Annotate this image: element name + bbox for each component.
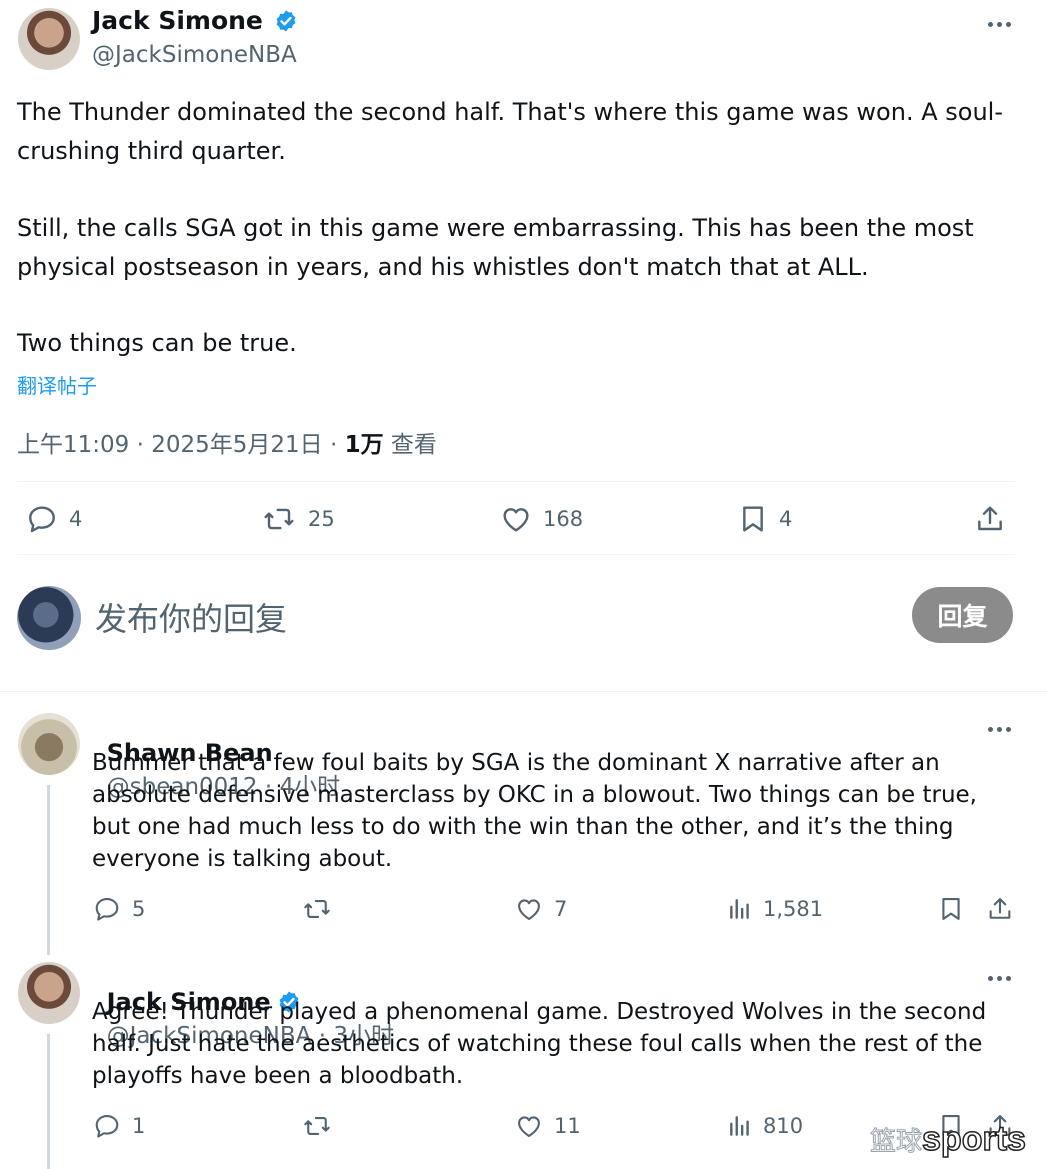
views-icon xyxy=(730,1116,749,1136)
tweet-paragraph-3: Two things can be true. xyxy=(17,329,297,357)
bookmark-button[interactable]: 4 xyxy=(737,503,792,535)
divider xyxy=(17,554,1015,555)
views-count: 810 xyxy=(763,1114,804,1138)
translate-link[interactable]: 翻译帖子 xyxy=(17,370,97,399)
watermark: 篮球sports xyxy=(869,1119,1026,1159)
views-count: 1万 xyxy=(344,432,384,458)
divider xyxy=(17,481,1015,482)
author-name-row[interactable]: Jack Simone xyxy=(92,6,298,35)
share-icon xyxy=(989,898,1011,919)
divider xyxy=(0,691,1047,692)
like-count: 7 xyxy=(554,897,568,921)
repost-count: 25 xyxy=(308,507,335,531)
reply-button[interactable]: 1 xyxy=(92,1112,145,1140)
bookmark-icon xyxy=(942,898,960,920)
my-avatar[interactable] xyxy=(17,586,81,650)
watermark-prefix: 篮球 xyxy=(869,1127,923,1158)
bookmark-icon xyxy=(743,506,763,532)
reply-input[interactable]: 发布你的回复 xyxy=(95,594,287,640)
watermark-brand: sports xyxy=(921,1119,1026,1159)
like-icon xyxy=(518,1116,540,1137)
reply-submit-button[interactable]: 回复 xyxy=(912,587,1013,643)
reply-count: 5 xyxy=(132,897,146,921)
views-count: 1,581 xyxy=(763,897,824,921)
share-icon xyxy=(978,506,1002,531)
like-icon xyxy=(503,508,529,532)
repost-icon xyxy=(304,900,330,918)
repost-button[interactable] xyxy=(301,895,343,923)
views-button[interactable]: 810 xyxy=(727,1112,803,1140)
reply-button[interactable]: 4 xyxy=(25,503,82,535)
reply-button[interactable]: 5 xyxy=(92,895,145,923)
timestamp[interactable]: 上午11:09 · 2025年5月21日 · xyxy=(17,432,345,458)
more-icon[interactable] xyxy=(988,727,1011,732)
views-icon xyxy=(730,899,749,919)
reply-count: 4 xyxy=(69,507,83,531)
tweet-paragraph-1: The Thunder dominated the second half. T… xyxy=(17,98,1003,165)
more-icon[interactable] xyxy=(988,22,1011,27)
like-count: 168 xyxy=(543,507,584,531)
reply-icon xyxy=(95,1115,119,1138)
reply-text: Agree! Thunder played a phenomenal game.… xyxy=(92,999,987,1089)
verified-icon xyxy=(276,10,296,32)
author-name[interactable]: Jack Simone xyxy=(92,6,263,35)
repost-icon xyxy=(304,1117,330,1135)
like-button[interactable]: 168 xyxy=(499,503,583,535)
bookmark-count: 4 xyxy=(779,507,793,531)
views-button[interactable]: 1,581 xyxy=(727,895,823,923)
tweet-paragraph-2: Still, the calls SGA got in this game we… xyxy=(17,214,974,281)
author-handle[interactable]: @JackSimoneNBA xyxy=(92,42,297,68)
tweet-meta: 上午11:09 · 2025年5月21日 · 1万 查看 xyxy=(17,425,437,459)
views-label: 查看 xyxy=(383,432,437,458)
thread-line xyxy=(47,1034,50,1169)
like-icon xyxy=(518,899,540,920)
reply-icon xyxy=(95,898,119,921)
repost-button[interactable] xyxy=(301,1112,343,1140)
reply-avatar[interactable] xyxy=(18,962,80,1024)
reply-avatar[interactable] xyxy=(18,713,80,775)
more-icon[interactable] xyxy=(988,976,1011,981)
reply-text: Bummer that a few foul baits by SGA is t… xyxy=(92,750,977,872)
author-avatar[interactable] xyxy=(18,8,80,70)
like-count: 11 xyxy=(554,1114,581,1138)
reply-icon xyxy=(29,506,55,533)
bookmark-button[interactable] xyxy=(937,895,965,923)
share-button[interactable] xyxy=(973,503,1007,535)
thread-line xyxy=(47,785,50,955)
like-button[interactable]: 7 xyxy=(514,895,567,923)
reply-count: 1 xyxy=(132,1114,146,1138)
repost-button[interactable]: 25 xyxy=(260,503,335,535)
repost-icon xyxy=(264,508,294,530)
share-button[interactable] xyxy=(985,895,1015,923)
like-button[interactable]: 11 xyxy=(514,1112,581,1140)
